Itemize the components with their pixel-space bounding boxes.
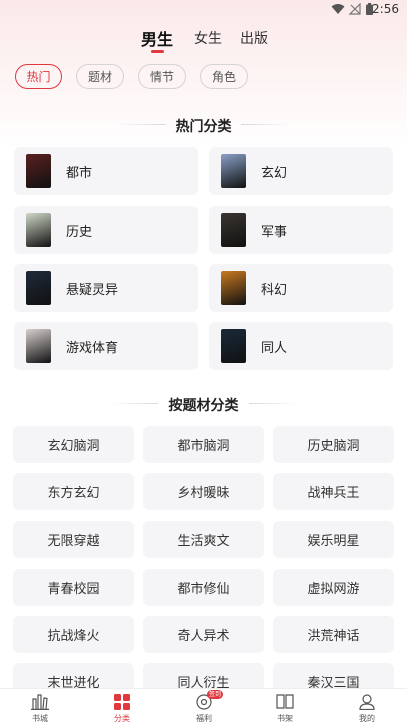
nav-bookshelf[interactable]: 书架 — [255, 689, 315, 725]
category-label: 军事 — [261, 225, 288, 240]
category-label: 同人 — [261, 341, 288, 356]
active-tab-indicator — [151, 50, 164, 53]
subject-item[interactable]: 战神兵王 — [273, 473, 394, 510]
subject-item[interactable]: 虚拟网游 — [273, 569, 394, 606]
book-cover-image — [221, 329, 246, 363]
category-label: 玄幻 — [261, 166, 288, 181]
book-cover-image — [221, 213, 246, 247]
divider-line — [249, 403, 297, 404]
nav-label: 福利 — [196, 714, 212, 723]
bookshelf-icon — [276, 694, 294, 709]
subject-item[interactable]: 生活爽文 — [143, 521, 264, 558]
category-card[interactable]: 都市 — [14, 147, 198, 195]
nav-welfare[interactable]: 签到 福利 — [174, 689, 234, 725]
filter-hot[interactable]: 热门 — [15, 64, 62, 89]
no-signal-icon — [349, 3, 361, 15]
nav-category[interactable]: 分类 — [92, 689, 152, 725]
tab-publish[interactable]: 出版 — [240, 28, 268, 48]
category-card[interactable]: 同人 — [209, 322, 393, 370]
profile-icon — [359, 694, 375, 710]
category-card[interactable]: 科幻 — [209, 264, 393, 312]
nav-label: 分类 — [114, 714, 130, 723]
nav-label: 书城 — [32, 714, 48, 723]
subject-item[interactable]: 无限穿越 — [13, 521, 134, 558]
subject-item[interactable]: 洪荒神话 — [273, 616, 394, 653]
tab-male[interactable]: 男生 — [141, 26, 173, 50]
book-cover-image — [26, 329, 51, 363]
subject-item[interactable]: 奇人异术 — [143, 616, 264, 653]
subject-item[interactable]: 历史脑洞 — [273, 426, 394, 463]
divider-line — [241, 124, 289, 125]
book-cover-image — [221, 154, 246, 188]
category-card[interactable]: 军事 — [209, 206, 393, 254]
subject-item[interactable]: 都市修仙 — [143, 569, 264, 606]
subject-item[interactable]: 娱乐明星 — [273, 521, 394, 558]
category-label: 历史 — [66, 225, 93, 240]
category-card[interactable]: 历史 — [14, 206, 198, 254]
subject-item[interactable]: 抗战烽火 — [13, 616, 134, 653]
book-cover-image — [221, 271, 246, 305]
filter-subject[interactable]: 题材 — [76, 64, 124, 89]
category-card[interactable]: 游戏体育 — [14, 322, 198, 370]
bookstore-icon — [31, 694, 49, 710]
filter-role[interactable]: 角色 — [200, 64, 248, 89]
subject-item[interactable]: 都市脑洞 — [143, 426, 264, 463]
category-card[interactable]: 玄幻 — [209, 147, 393, 195]
book-cover-image — [26, 271, 51, 305]
nav-bookstore[interactable]: 书城 — [10, 689, 70, 725]
subject-item[interactable]: 青春校园 — [13, 569, 134, 606]
hot-section-title: 热门分类 — [175, 119, 232, 135]
tab-female[interactable]: 女生 — [194, 28, 222, 48]
nav-profile[interactable]: 我的 — [337, 689, 397, 725]
category-grid-icon — [114, 694, 130, 710]
book-cover-image — [26, 213, 51, 247]
subject-item[interactable]: 玄幻脑洞 — [13, 426, 134, 463]
nav-label: 书架 — [277, 714, 293, 723]
book-cover-image — [26, 154, 51, 188]
category-label: 都市 — [66, 166, 93, 181]
nav-label: 我的 — [359, 714, 375, 723]
wifi-icon — [331, 4, 345, 14]
status-bar: 2:56 — [0, 0, 407, 18]
category-label: 悬疑灵异 — [66, 283, 119, 298]
subject-item[interactable]: 乡村暖昧 — [143, 473, 264, 510]
category-label: 科幻 — [261, 283, 288, 298]
filter-plot[interactable]: 情节 — [138, 64, 186, 89]
filter-row: 热门 题材 情节 角色 — [0, 64, 407, 90]
category-card[interactable]: 悬疑灵异 — [14, 264, 198, 312]
bottom-nav: 书城 分类 签到 福利 书架 我的 — [0, 688, 407, 725]
signin-badge: 签到 — [207, 690, 224, 699]
category-label: 游戏体育 — [66, 341, 119, 356]
gender-tabs: 男生 女生 出版 — [0, 26, 407, 56]
subject-item[interactable]: 东方玄幻 — [13, 473, 134, 510]
status-time: 2:56 — [372, 2, 399, 16]
subject-section-title: 按题材分类 — [168, 398, 239, 414]
